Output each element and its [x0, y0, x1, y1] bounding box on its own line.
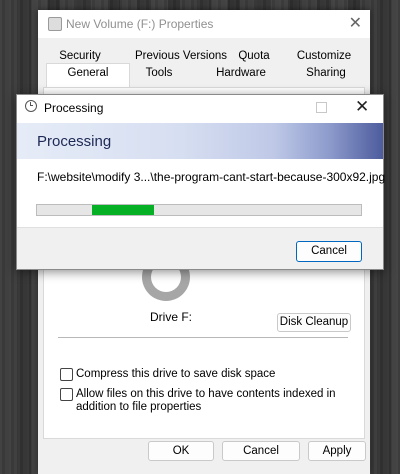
- compress-label: Compress this drive to save disk space: [76, 368, 276, 380]
- processing-banner: Processing: [17, 123, 383, 159]
- close-icon[interactable]: ✕: [349, 13, 362, 33]
- tab-customize[interactable]: Customize: [296, 48, 352, 64]
- index-label: Allow files on this drive to have conten…: [76, 388, 336, 413]
- apply-button[interactable]: Apply: [308, 441, 366, 461]
- tab-quota[interactable]: Quota: [236, 48, 272, 64]
- processing-titlebar: Processing ✕: [17, 95, 383, 121]
- divider: [58, 337, 348, 338]
- compress-checkbox[interactable]: [60, 368, 73, 381]
- dialog-footer: Cancel: [17, 227, 383, 269]
- processing-cancel-button[interactable]: Cancel: [296, 241, 362, 262]
- tab-sharing[interactable]: Sharing: [298, 65, 354, 81]
- maximize-icon: [316, 102, 327, 113]
- banner-heading: Processing: [37, 133, 112, 150]
- processing-dialog: Processing ✕ Processing F:\website\modif…: [16, 94, 386, 270]
- ok-button[interactable]: OK: [148, 441, 214, 461]
- drive-icon: [48, 17, 62, 31]
- clock-icon: [25, 100, 37, 112]
- drive-label: Drive F:: [150, 310, 192, 324]
- disk-cleanup-button[interactable]: Disk Cleanup: [277, 313, 351, 332]
- index-checkbox[interactable]: [60, 388, 73, 401]
- properties-title: New Volume (F:) Properties: [66, 17, 214, 31]
- progress-bar: [36, 204, 362, 216]
- tab-previous-versions[interactable]: Previous Versions: [126, 48, 236, 64]
- processing-title: Processing: [44, 101, 104, 115]
- tab-security[interactable]: Security: [56, 48, 104, 64]
- current-file-path: F:\website\modify 3...\the-program-cant-…: [37, 170, 386, 184]
- close-icon[interactable]: ✕: [355, 97, 369, 117]
- tab-general[interactable]: General: [46, 63, 130, 87]
- progress-fill: [92, 205, 154, 215]
- properties-titlebar: New Volume (F:) Properties ✕: [38, 10, 370, 38]
- tab-tools[interactable]: Tools: [138, 65, 180, 81]
- cancel-button[interactable]: Cancel: [222, 441, 300, 461]
- tab-hardware[interactable]: Hardware: [210, 65, 272, 81]
